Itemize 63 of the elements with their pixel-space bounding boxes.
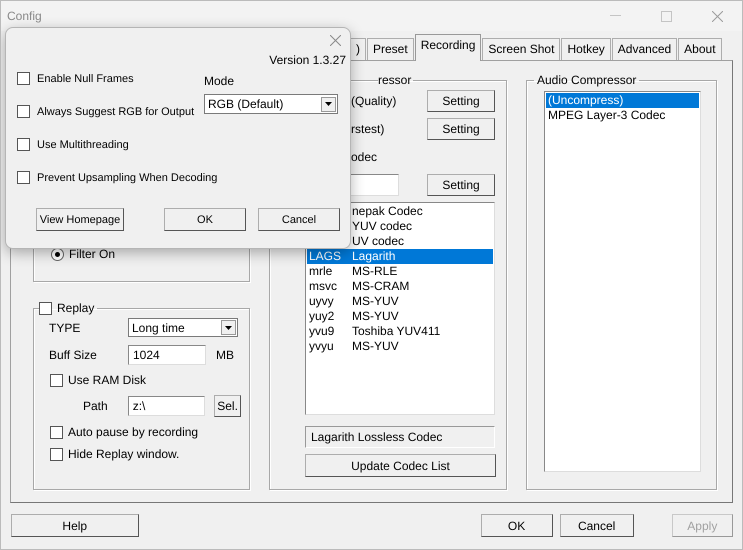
- checkbox-label: Auto pause by recording: [68, 425, 198, 439]
- window-title: Config: [7, 9, 42, 23]
- footer-button[interactable]: OK: [480, 514, 553, 537]
- checkbox[interactable]: [50, 374, 63, 386]
- checkbox-label: Always Suggest RGB for Output: [37, 106, 194, 118]
- footer-button[interactable]: Help: [11, 514, 139, 537]
- checkbox[interactable]: [17, 138, 30, 151]
- codec-list-item[interactable]: LAGS Lagarith: [307, 249, 493, 264]
- codec-list-item[interactable]: uyvy MS-YUV: [307, 294, 493, 309]
- tab[interactable]: Advanced: [612, 38, 678, 60]
- tab[interactable]: Hotkey: [561, 38, 611, 60]
- tab[interactable]: Preset: [367, 38, 414, 60]
- checkbox-label: Use Multithreading: [37, 138, 129, 150]
- setting-button[interactable]: Setting: [427, 90, 495, 112]
- codec-list-item[interactable]: yvu9 Toshiba YUV411: [307, 324, 493, 339]
- codec-label: odec: [351, 150, 378, 164]
- path-label: Path: [82, 399, 109, 413]
- unit-label: MB: [216, 348, 234, 362]
- option-label: (Quality): [351, 94, 398, 108]
- close-icon[interactable]: [712, 10, 723, 22]
- codec-list-item[interactable]: yvyu MS-YUV: [307, 339, 493, 354]
- type-dropdown[interactable]: Long time: [128, 318, 238, 337]
- footer-button[interactable]: Cancel: [560, 514, 634, 537]
- type-label: TYPE: [49, 320, 82, 334]
- group-title: Audio Compressor: [536, 73, 638, 87]
- tab[interactable]: Screen Shot: [482, 38, 560, 60]
- close-icon[interactable]: [330, 35, 341, 46]
- codec-list-item[interactable]: mrle MS-RLE: [307, 264, 493, 279]
- audio-list-item[interactable]: (Uncompress): [546, 93, 699, 108]
- checkbox[interactable]: [17, 72, 30, 85]
- codec-list-item[interactable]: yuy2 MS-YUV: [307, 309, 493, 324]
- tab[interactable]: About: [678, 38, 722, 60]
- buff-size-label: Buff Size: [49, 348, 98, 362]
- checkbox[interactable]: [50, 426, 63, 438]
- checkbox[interactable]: [39, 302, 52, 314]
- dialog-button[interactable]: Cancel: [258, 208, 340, 231]
- option-label: rstest): [351, 122, 386, 136]
- checkbox-label: Hide Replay window.: [68, 447, 180, 461]
- checkbox-label: Use RAM Disk: [68, 373, 146, 387]
- mode-label: Mode: [204, 74, 236, 88]
- mode-dropdown[interactable]: RGB (Default): [204, 94, 338, 114]
- checkbox-label: Enable Null Frames: [37, 72, 134, 84]
- select-button[interactable]: Sel.: [214, 395, 242, 417]
- tab[interactable]: Recording: [414, 34, 482, 61]
- buff-size-field[interactable]: 1024: [128, 345, 206, 365]
- tab[interactable]: ): [350, 38, 366, 60]
- dialog-button[interactable]: View Homepage: [36, 208, 124, 231]
- codec-info-field: Lagarith Lossless Codec: [305, 426, 495, 448]
- update-codec-list-button[interactable]: Update Codec List: [305, 454, 496, 477]
- path-field[interactable]: z:\: [128, 396, 206, 416]
- checkbox-label: Replay: [57, 301, 94, 315]
- codec-list-item[interactable]: msvc MS-CRAM: [307, 279, 493, 294]
- dialog-button[interactable]: OK: [164, 208, 246, 231]
- audio-list-item[interactable]: MPEG Layer-3 Codec: [546, 108, 699, 123]
- checkbox-label: Prevent Upsampling When Decoding: [37, 172, 218, 184]
- setting-button[interactable]: Setting: [427, 174, 495, 196]
- setting-button[interactable]: Setting: [427, 118, 495, 140]
- checkbox[interactable]: [50, 448, 63, 460]
- version-label: Version 1.3.27: [268, 53, 347, 67]
- checkbox[interactable]: [17, 105, 30, 118]
- radio-label: Filter On: [69, 247, 116, 261]
- checkbox[interactable]: [17, 171, 30, 184]
- group-title: ressor: [378, 73, 412, 87]
